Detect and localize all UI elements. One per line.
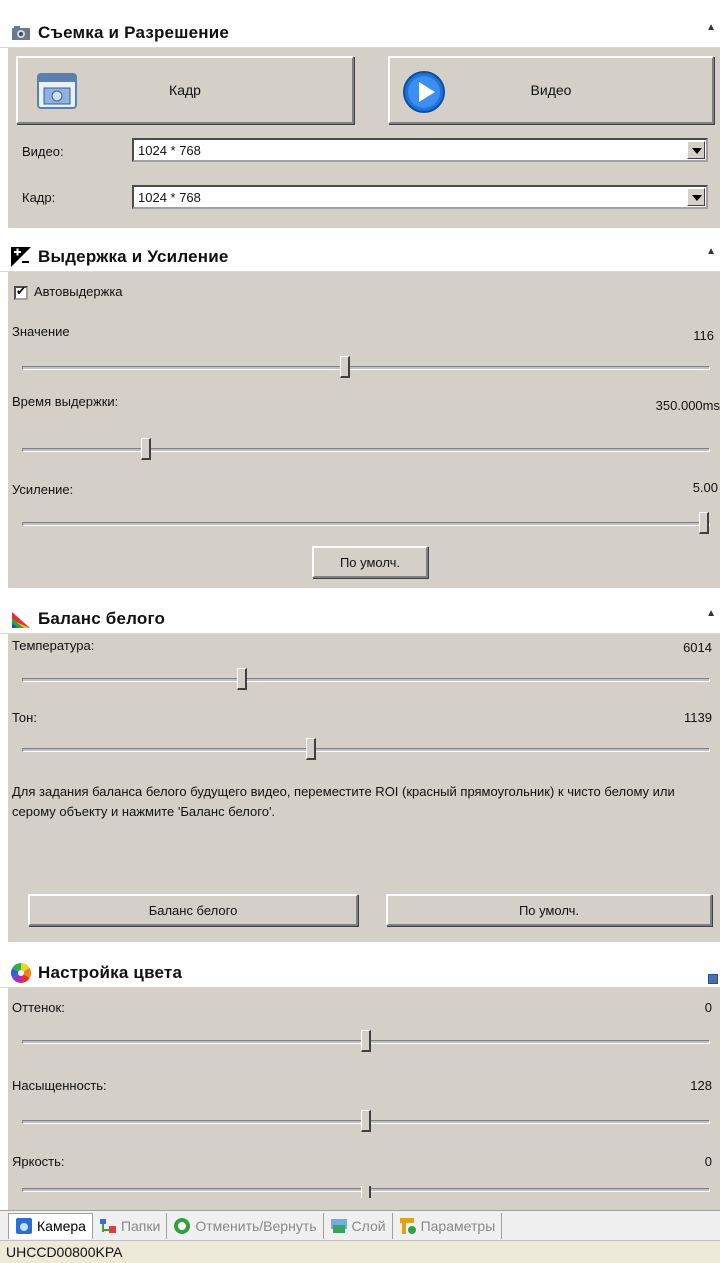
slider-thumb[interactable] xyxy=(306,738,316,760)
parameters-icon xyxy=(399,1217,417,1235)
snapshot-button[interactable]: Кадр xyxy=(16,56,354,124)
layer-icon xyxy=(330,1217,348,1235)
slider-thumb[interactable] xyxy=(361,1186,371,1198)
slider-track xyxy=(22,748,710,752)
slider-thumb[interactable] xyxy=(141,438,151,460)
capture-panel: Кадр Видео Видео: 1024 * 768 Кадр: 1024 … xyxy=(8,48,720,228)
expand-icon[interactable] xyxy=(708,974,718,984)
hue-slider[interactable] xyxy=(22,1030,710,1054)
exposure-section-header[interactable]: Выдержка и Усиление ▲ xyxy=(0,242,720,272)
gain-readout: 5.00 xyxy=(692,480,718,495)
exposure-panel: Автовыдержка Значение 116 Время выдержки… xyxy=(8,272,720,588)
tint-slider[interactable] xyxy=(22,738,710,762)
slider-thumb[interactable] xyxy=(340,356,350,378)
collapse-icon[interactable]: ▲ xyxy=(706,608,716,619)
video-button[interactable]: Видео xyxy=(388,56,714,124)
color-section-title: Настройка цвета xyxy=(38,962,183,982)
camera-icon xyxy=(10,22,32,44)
status-bar: UHCCD00800KPA xyxy=(0,1240,720,1263)
white-balance-icon xyxy=(10,608,32,630)
camera-tab-icon xyxy=(15,1217,33,1235)
exposure-value-label: Значение xyxy=(12,324,70,339)
slider-thumb[interactable] xyxy=(361,1030,371,1052)
collapse-icon[interactable]: ▲ xyxy=(706,22,716,33)
slider-track xyxy=(22,366,710,370)
device-name: UHCCD00800KPA xyxy=(6,1244,123,1260)
tab-undo-redo[interactable]: Отменить/Вернуть xyxy=(167,1212,324,1239)
capture-section-title: Съемка и Разрешение xyxy=(38,22,229,42)
frame-resolution-select[interactable]: 1024 * 768 xyxy=(132,185,708,209)
tab-camera-label: Камера xyxy=(37,1218,86,1234)
tab-parameters[interactable]: Параметры xyxy=(393,1212,503,1239)
brightness-label: Яркость: xyxy=(12,1154,65,1169)
saturation-readout: 128 xyxy=(690,1078,712,1093)
tab-folders-label: Папки xyxy=(120,1217,161,1234)
tint-readout: 1139 xyxy=(684,710,712,725)
white-balance-section-title: Баланс белого xyxy=(38,608,166,628)
tab-layer[interactable]: Слой xyxy=(324,1212,393,1239)
slider-track xyxy=(22,678,710,682)
frame-resolution-label: Кадр: xyxy=(22,190,56,205)
saturation-slider[interactable] xyxy=(22,1110,710,1134)
collapse-icon[interactable]: ▲ xyxy=(706,246,716,257)
white-balance-section-header[interactable]: Баланс белого ▲ xyxy=(0,604,720,634)
tab-folders[interactable]: Папки xyxy=(93,1212,168,1239)
auto-exposure-label: Автовыдержка xyxy=(34,284,123,299)
tab-undo-redo-label: Отменить/Вернуть xyxy=(195,1217,317,1234)
white-balance-description: Для задания баланса белого будущего виде… xyxy=(12,784,675,819)
chevron-down-icon[interactable] xyxy=(687,188,705,206)
exposure-time-label: Время выдержки: xyxy=(12,394,119,409)
video-resolution-label: Видео: xyxy=(22,144,64,159)
capture-section-header[interactable]: Съемка и Разрешение ▲ xyxy=(0,18,720,48)
temperature-slider[interactable] xyxy=(22,668,710,692)
tab-camera[interactable]: Камера xyxy=(8,1212,93,1239)
color-section-header[interactable]: Настройка цвета xyxy=(0,958,720,988)
temperature-readout: 6014 xyxy=(683,640,712,655)
white-balance-panel: Температура: 6014 Тон: 1139 Для задания … xyxy=(8,634,720,942)
slider-track xyxy=(22,448,710,452)
saturation-label: Насыщенность: xyxy=(12,1078,107,1093)
gain-slider[interactable] xyxy=(22,512,710,536)
slider-track xyxy=(22,522,710,526)
slider-thumb[interactable] xyxy=(699,512,709,534)
white-balance-default-button[interactable]: По умолч. xyxy=(386,894,712,926)
hue-label: Оттенок: xyxy=(12,1000,65,1015)
brightness-slider[interactable] xyxy=(22,1186,710,1198)
white-balance-button[interactable]: Баланс белого xyxy=(28,894,358,926)
exposure-time-readout: 350.000ms xyxy=(655,398,720,413)
snapshot-label: Кадр xyxy=(169,82,201,98)
auto-exposure-checkbox[interactable] xyxy=(14,284,28,300)
slider-thumb[interactable] xyxy=(361,1110,371,1132)
exposure-value-slider[interactable] xyxy=(22,356,710,380)
temperature-label: Температура: xyxy=(12,638,95,653)
slider-thumb[interactable] xyxy=(237,668,247,690)
video-resolution-select[interactable]: 1024 * 768 xyxy=(132,138,708,162)
tab-layer-label: Слой xyxy=(351,1217,386,1234)
undo-redo-icon xyxy=(173,1217,191,1235)
exposure-icon xyxy=(10,246,32,268)
hue-readout: 0 xyxy=(704,1000,712,1015)
exposure-section-title: Выдержка и Усиление xyxy=(38,246,229,266)
gain-label: Усиление: xyxy=(12,482,74,497)
brightness-readout: 0 xyxy=(704,1154,712,1169)
exposure-default-button[interactable]: По умолч. xyxy=(312,546,428,578)
bottom-tab-bar: Камера Папки Отменить/Вернуть Слой Парам… xyxy=(0,1210,720,1240)
folder-tree-icon xyxy=(99,1217,117,1235)
chevron-down-icon[interactable] xyxy=(687,141,705,159)
color-wheel-icon xyxy=(10,962,32,984)
video-resolution-value: 1024 * 768 xyxy=(138,142,201,158)
tab-parameters-label: Параметры xyxy=(420,1217,496,1234)
video-label: Видео xyxy=(530,82,572,98)
frame-resolution-value: 1024 * 768 xyxy=(138,189,201,205)
exposure-time-slider[interactable] xyxy=(22,438,710,462)
tint-label: Тон: xyxy=(12,710,37,725)
color-panel: Оттенок: 0 Насыщенность: 128 Яркость: 0 xyxy=(8,988,720,1210)
exposure-value-readout: 116 xyxy=(693,328,714,343)
